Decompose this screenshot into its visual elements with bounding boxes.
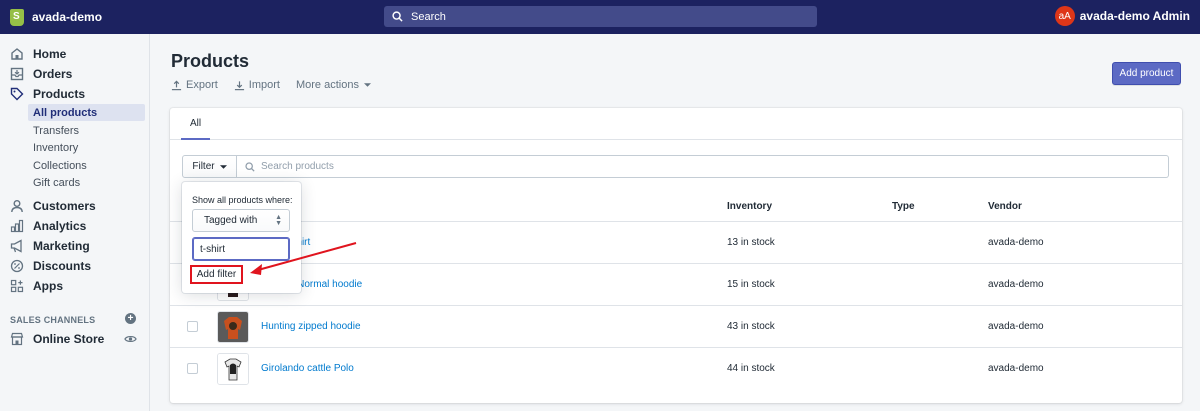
analytics-icon <box>9 218 25 234</box>
table-row[interactable]: Girolando cattle Polo 44 in stock avada-… <box>170 348 1182 390</box>
product-inventory: 15 in stock <box>727 279 775 290</box>
page-actions: Export Import More actions <box>171 79 391 91</box>
product-name-link[interactable]: Girolando cattle Polo <box>261 363 354 374</box>
sidebar-subitem-inventory[interactable]: Inventory <box>28 139 145 156</box>
product-vendor: avada-demo <box>988 279 1044 290</box>
eye-icon[interactable] <box>124 334 137 344</box>
sidebar-item-label: Online Store <box>33 332 105 346</box>
sidebar-item-products[interactable]: Products <box>0 84 150 104</box>
sidebar-subitem-collections[interactable]: Collections <box>28 157 145 174</box>
product-inventory: 44 in stock <box>727 363 775 374</box>
home-icon <box>9 46 25 62</box>
filter-popover-label: Show all products where: <box>192 195 293 205</box>
person-icon <box>9 198 25 214</box>
sidebar-subitem-all-products[interactable]: All products <box>28 104 145 121</box>
user-menu[interactable]: aA avada-demo Admin <box>1054 6 1190 26</box>
sidebar-item-label: Apps <box>33 279 63 293</box>
column-header-inventory: Inventory <box>727 201 773 212</box>
table-row[interactable]: Hunting zipped hoodie 43 in stock avada-… <box>170 306 1182 348</box>
import-label: Import <box>248 79 280 91</box>
filter-tag-input[interactable]: t-shirt <box>192 237 290 261</box>
global-search[interactable]: Search <box>384 6 817 27</box>
product-vendor: avada-demo <box>988 321 1044 332</box>
sidebar-item-label: Marketing <box>33 239 90 253</box>
search-icon <box>245 161 255 172</box>
export-button[interactable]: Export <box>171 79 218 91</box>
sidebar-item-customers[interactable]: Customers <box>0 196 150 216</box>
sidebar-item-label: Discounts <box>33 259 92 273</box>
store-icon <box>9 331 25 347</box>
import-icon <box>234 80 244 90</box>
sidebar-item-label: Analytics <box>33 219 87 233</box>
column-header-vendor: Vendor <box>988 201 1022 212</box>
tab-all[interactable]: All <box>181 108 211 140</box>
caret-down-icon <box>219 164 227 169</box>
product-name-link[interactable]: Hunting zipped hoodie <box>261 321 361 332</box>
sales-channels-title: SALES CHANNELS <box>10 315 96 325</box>
tab-bar: All <box>170 108 1182 140</box>
add-sales-channel-icon[interactable]: + <box>125 313 136 324</box>
more-actions-button[interactable]: More actions <box>296 79 375 91</box>
sidebar: Home Orders Products All products Transf… <box>0 34 150 411</box>
select-arrows-icon: ▲ ▼ <box>275 214 282 227</box>
avatar: aA <box>1054 6 1075 26</box>
add-filter-button[interactable]: Add filter <box>190 265 243 284</box>
import-button[interactable]: Import <box>234 79 280 91</box>
filter-row: Filter <box>182 155 1169 178</box>
sidebar-item-label: Products <box>33 87 86 101</box>
store-name: avada-demo <box>32 10 103 24</box>
column-header-type: Type <box>892 201 915 212</box>
row-checkbox[interactable] <box>187 363 198 374</box>
product-vendor: avada-demo <box>988 363 1044 374</box>
orders-icon <box>9 66 25 82</box>
megaphone-icon <box>9 238 25 254</box>
product-thumbnail[interactable] <box>217 353 249 385</box>
sidebar-item-label: Home <box>33 47 67 61</box>
top-bar: avada-demo Search aA avada-demo Admin <box>0 0 1200 34</box>
row-checkbox[interactable] <box>187 321 198 332</box>
global-search-placeholder: Search <box>411 10 446 23</box>
store-brand[interactable]: avada-demo <box>0 8 150 26</box>
caret-down-icon <box>363 83 371 87</box>
add-product-button[interactable]: Add product <box>1112 62 1181 85</box>
products-card: All Filter Inventory Type Vendor nter T-… <box>170 108 1182 403</box>
sidebar-item-label: Customers <box>33 199 96 213</box>
table-header: Inventory Type Vendor <box>170 192 1182 222</box>
export-icon <box>171 80 182 90</box>
table-row[interactable]: nter T-Shirt 13 in stock avada-demo <box>170 222 1182 264</box>
filter-condition-value: Tagged with <box>204 215 258 226</box>
sidebar-item-orders[interactable]: Orders <box>0 64 150 84</box>
sidebar-item-label: Orders <box>33 67 73 81</box>
tag-icon <box>9 86 25 102</box>
apps-icon <box>9 278 25 294</box>
sidebar-item-marketing[interactable]: Marketing <box>0 236 150 256</box>
sidebar-subitem-transfers[interactable]: Transfers <box>28 122 145 139</box>
search-icon <box>392 11 403 22</box>
product-search-input[interactable] <box>261 161 661 172</box>
shopify-logo-icon <box>10 8 24 26</box>
product-vendor: avada-demo <box>988 237 1044 248</box>
page-title: Products <box>171 51 250 71</box>
more-actions-label: More actions <box>295 79 359 91</box>
sidebar-item-home[interactable]: Home <box>0 44 150 64</box>
filter-popover: Show all products where: Tagged with ▲ ▼ … <box>182 182 301 293</box>
filter-button-label: Filter <box>192 161 215 172</box>
discount-icon <box>9 258 25 274</box>
product-inventory: 13 in stock <box>727 237 775 248</box>
sidebar-item-apps[interactable]: Apps <box>0 276 150 296</box>
filter-condition-select[interactable]: Tagged with ▲ ▼ <box>192 209 290 232</box>
filter-button[interactable]: Filter <box>182 155 237 178</box>
table-row[interactable]: ofighter Normal hoodie 15 in stock avada… <box>170 264 1182 306</box>
product-inventory: 43 in stock <box>727 321 775 332</box>
product-search-field[interactable] <box>237 155 1169 178</box>
sidebar-subitem-gift-cards[interactable]: Gift cards <box>28 174 145 191</box>
sidebar-item-discounts[interactable]: Discounts <box>0 256 150 276</box>
product-thumbnail[interactable] <box>217 311 249 343</box>
sidebar-item-analytics[interactable]: Analytics <box>0 216 150 236</box>
user-name: avada-demo Admin <box>1079 9 1190 23</box>
export-label: Export <box>186 79 218 91</box>
